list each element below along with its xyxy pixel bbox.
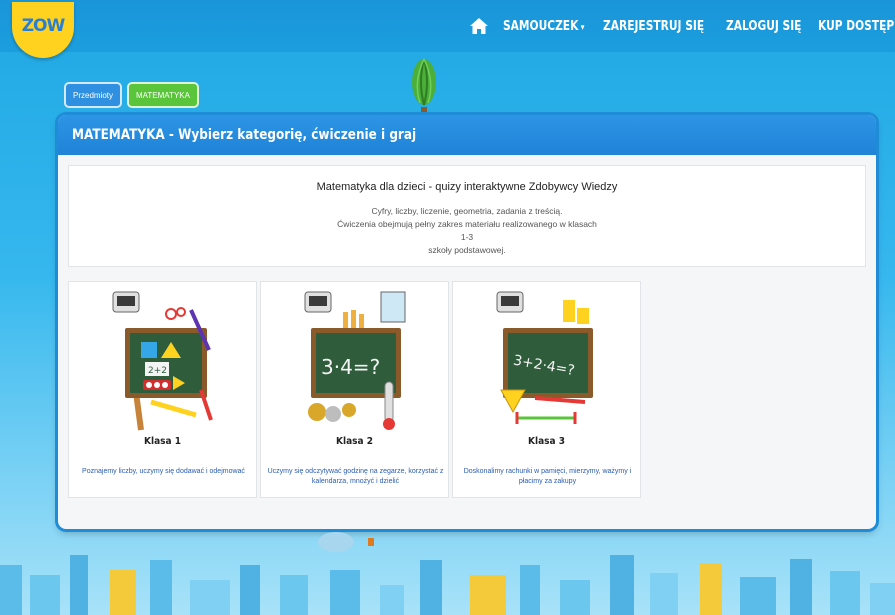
chalkboard-klasa-2-icon: 3·4=? — [304, 291, 406, 430]
breadcrumb-przedmioty[interactable]: Przedmioty — [64, 82, 123, 108]
intro-line: szkoły podstawowej. — [428, 245, 506, 255]
card-title: Klasa 3 — [528, 436, 565, 447]
breadcrumb-matematyka[interactable]: MATEMATYKA — [127, 82, 199, 108]
city-skyline-illustration — [0, 555, 895, 615]
intro-title: Matematyka dla dzieci - quizy interaktyw… — [316, 181, 618, 193]
intro-description: Cyfry, liczby, liczenie, geometria, zada… — [337, 205, 597, 257]
chalkboard-klasa-1-icon: 2+2 — [112, 291, 213, 431]
breadcrumb: Przedmioty MATEMATYKA — [64, 82, 199, 108]
chevron-down-icon: ▾ — [581, 22, 585, 33]
chalkboard-text: 3·4=? — [321, 355, 380, 379]
class-cards: 2+2 Klasa 1 Poznajemy liczby, uczymy się… — [68, 281, 641, 498]
main-nav: SAMOUCZEK ▾ ZAREJESTRUJ SIĘ ZALOGUJ SIĘ K… — [469, 17, 895, 35]
category-panel: MATEMATYKA - Wybierz kategorię, ćwiczeni… — [58, 115, 876, 529]
hot-air-balloon-icon — [412, 58, 436, 112]
card-title: Klasa 2 — [336, 436, 373, 447]
home-icon[interactable] — [469, 17, 489, 35]
nav-item-buy-access[interactable]: KUP DOSTĘP — [818, 19, 894, 34]
card-klasa-1[interactable]: 2+2 Klasa 1 Poznajemy liczby, uczymy się… — [68, 281, 257, 498]
intro-line: Cyfry, liczby, liczenie, geometria, zada… — [371, 206, 563, 216]
chalkboard-text: 2+2 — [148, 366, 167, 376]
card-klasa-2[interactable]: 3·4=? Klasa 2 Uczymy się odczytywać godz… — [260, 281, 449, 498]
intro-line: Ćwiczenia obejmują pełny zakres materiał… — [337, 219, 597, 242]
logo-text: ZOW — [21, 16, 66, 36]
page-title: MATEMATYKA - Wybierz kategorię, ćwiczeni… — [72, 127, 417, 143]
card-klasa-3[interactable]: 3+2·4=? Klasa 3 Doskonalimy rachunki w p… — [452, 281, 641, 498]
panel-header: MATEMATYKA - Wybierz kategorię, ćwiczeni… — [58, 115, 876, 155]
card-description[interactable]: Poznajemy liczby, uczymy się dodawać i o… — [75, 467, 252, 477]
site-logo[interactable]: ZOW — [12, 2, 74, 58]
intro-box: Matematyka dla dzieci - quizy interaktyw… — [68, 165, 866, 267]
nav-item-samouczek[interactable]: SAMOUCZEK ▾ — [503, 19, 585, 34]
card-description[interactable]: Uczymy się odczytywać godzinę na zegarze… — [267, 467, 444, 487]
card-description[interactable]: Doskonalimy rachunki w pamięci, mierzymy… — [459, 467, 636, 487]
chalkboard-klasa-3-icon: 3+2·4=? — [496, 291, 593, 424]
nav-item-login[interactable]: ZALOGUJ SIĘ — [726, 19, 801, 34]
card-title: Klasa 1 — [144, 436, 181, 447]
nav-item-register[interactable]: ZAREJESTRUJ SIĘ — [603, 19, 704, 34]
top-navigation-bar: ZOW SAMOUCZEK ▾ ZAREJESTRUJ SIĘ ZALOGUJ S… — [0, 0, 895, 58]
